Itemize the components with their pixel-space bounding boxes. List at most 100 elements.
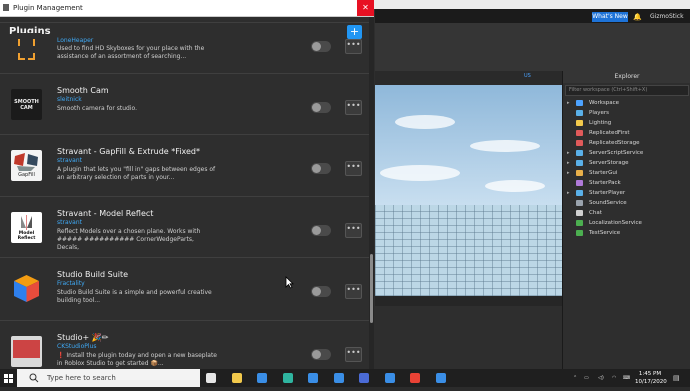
explorer-item[interactable]: ReplicatedFirst [563, 128, 690, 138]
plugin-enable-toggle[interactable] [311, 102, 331, 113]
plugin-row: Studio Build Suite Fractality Studio Bui… [0, 257, 370, 319]
mail-icon[interactable] [257, 373, 267, 383]
clock-time: 1:45 PM [638, 371, 662, 377]
explorer-item-label: LocalizationService [589, 220, 642, 226]
gapfill-icon: GapFill [11, 150, 42, 181]
plugin-description: Studio Build Suite is a simple and power… [57, 289, 212, 304]
service-icon [576, 110, 583, 116]
service-icon [576, 170, 583, 176]
roblox-studio-icon[interactable] [435, 373, 446, 383]
explorer-item[interactable]: ReplicatedStorage [563, 138, 690, 148]
explorer-item-label: ReplicatedStorage [589, 140, 640, 146]
explorer-item[interactable]: ▸ StarterPlayer [563, 188, 690, 198]
explorer-item-label: Players [589, 110, 609, 116]
service-icon [576, 100, 583, 106]
explorer-item[interactable]: ▸ Workspace [563, 98, 690, 108]
keyboard-icon[interactable]: ⌨ [623, 369, 630, 387]
plugin-enable-toggle[interactable] [311, 225, 331, 236]
skybox-glyph [18, 39, 35, 60]
username-label[interactable]: GizmoStick [650, 12, 684, 22]
expand-arrow-icon[interactable]: ▸ [567, 168, 570, 178]
plugin-more-button[interactable]: ••• [345, 223, 362, 238]
explorer-item[interactable]: LocalizationService [563, 218, 690, 228]
viewport-cloud [395, 115, 455, 129]
explorer-title: Explorer [563, 71, 690, 83]
viewport-tab-strip [375, 71, 562, 85]
expand-arrow-icon[interactable]: ▸ [567, 158, 570, 168]
window-title: Plugin Management [13, 4, 83, 12]
plugin-author-link[interactable]: sleitnick [57, 96, 82, 103]
explorer-item[interactable]: ▸ ServerScriptService [563, 148, 690, 158]
explorer-filter-input[interactable]: Filter workspace (Ctrl+Shift+X) [565, 85, 689, 96]
edge-icon[interactable] [282, 373, 293, 383]
explorer-item-label: ServerStorage [589, 160, 629, 166]
explorer-item-label: ReplicatedFirst [589, 130, 630, 136]
service-icon [576, 180, 583, 186]
explorer-item[interactable]: Lighting [563, 118, 690, 128]
viewport-cloud [485, 180, 545, 192]
window-titlebar[interactable]: Plugin Management ✕ [0, 0, 374, 17]
plugin-enable-toggle[interactable] [311, 349, 331, 360]
plugin-more-button[interactable]: ••• [345, 161, 362, 176]
plugin-enable-toggle[interactable] [311, 163, 331, 174]
plugin-author-link[interactable]: LoneHeaper [57, 37, 93, 44]
thumb-label: GapFill [18, 172, 35, 178]
explorer-item[interactable]: TestService [563, 228, 690, 238]
explorer-item[interactable]: StarterPack [563, 178, 690, 188]
store-icon[interactable] [359, 373, 369, 383]
explorer-item-label: SoundService [589, 200, 627, 206]
plugin-author-link[interactable]: CKStudioPlus [57, 343, 96, 350]
expand-arrow-icon[interactable]: ▸ [567, 148, 570, 158]
plugin-description: Used to find HD Skyboxes for your place … [57, 45, 205, 60]
plugin-author-link[interactable]: stravant [57, 219, 82, 226]
service-icon [576, 190, 583, 196]
studio-plus-icon [11, 336, 42, 367]
plugin-author-link[interactable]: Fractality [57, 280, 85, 287]
explorer-item[interactable]: Chat [563, 208, 690, 218]
chrome-icon[interactable] [410, 373, 420, 383]
expand-arrow-icon[interactable]: ▸ [567, 188, 570, 198]
plugin-more-button[interactable]: ••• [345, 39, 362, 54]
task-view-icon[interactable] [206, 373, 216, 383]
explorer-item-label: ServerScriptService [589, 150, 644, 156]
studio-menu-bar [375, 9, 690, 23]
taskbar-search-box[interactable]: Type here to search [17, 369, 200, 387]
plugin-row: GapFill Stravant - GapFill & Extrude *Fi… [0, 134, 370, 196]
explorer-item[interactable]: Players [563, 108, 690, 118]
expand-arrow-icon[interactable]: ▸ [567, 98, 570, 108]
wifi-icon[interactable]: ◠ [612, 369, 616, 387]
taskbar-clock[interactable]: 1:45 PM 10/17/2020 [635, 370, 667, 386]
cloud-icon[interactable] [333, 373, 344, 383]
explorer-item[interactable]: ▸ StarterGui [563, 168, 690, 178]
mouse-cursor-icon [285, 276, 294, 289]
scrollbar-thumb[interactable] [370, 254, 373, 323]
xbox-icon[interactable] [384, 373, 395, 383]
file-explorer-icon[interactable] [231, 373, 242, 383]
whats-new-button[interactable]: What's New [592, 12, 628, 22]
plugin-name: Smooth Cam [57, 86, 109, 95]
build-suite-glyph [14, 275, 39, 302]
plugin-author-link[interactable]: stravant [57, 157, 82, 164]
service-icon [576, 200, 583, 206]
network-icon[interactable]: ▭ [584, 369, 589, 387]
volume-icon[interactable]: ◁) [598, 369, 604, 387]
plugin-more-button[interactable]: ••• [345, 284, 362, 299]
close-button[interactable]: ✕ [357, 0, 374, 16]
start-button[interactable] [0, 369, 17, 387]
smooth-cam-icon: SMOOTH CAM [11, 89, 42, 120]
explorer-item-label: Workspace [589, 100, 620, 106]
clock-date: 10/17/2020 [635, 379, 667, 385]
notification-bell-icon[interactable]: 🔔 [633, 12, 642, 22]
plugin-enable-toggle[interactable] [311, 41, 331, 52]
notifications-icon[interactable]: ▤ [673, 369, 680, 387]
explorer-item[interactable]: SoundService [563, 198, 690, 208]
plugin-more-button[interactable]: ••• [345, 100, 362, 115]
viewport-cloud [380, 165, 460, 181]
plugin-more-button[interactable]: ••• [345, 347, 362, 362]
onedrive-icon[interactable] [308, 373, 318, 383]
plugin-description: Reflect Models over a chosen plane. Work… [57, 228, 201, 251]
explorer-item[interactable]: ▸ ServerStorage [563, 158, 690, 168]
game-viewport[interactable] [375, 85, 562, 296]
tray-chevron-icon[interactable]: ⌃ [573, 369, 577, 387]
plugin-enable-toggle[interactable] [311, 286, 331, 297]
